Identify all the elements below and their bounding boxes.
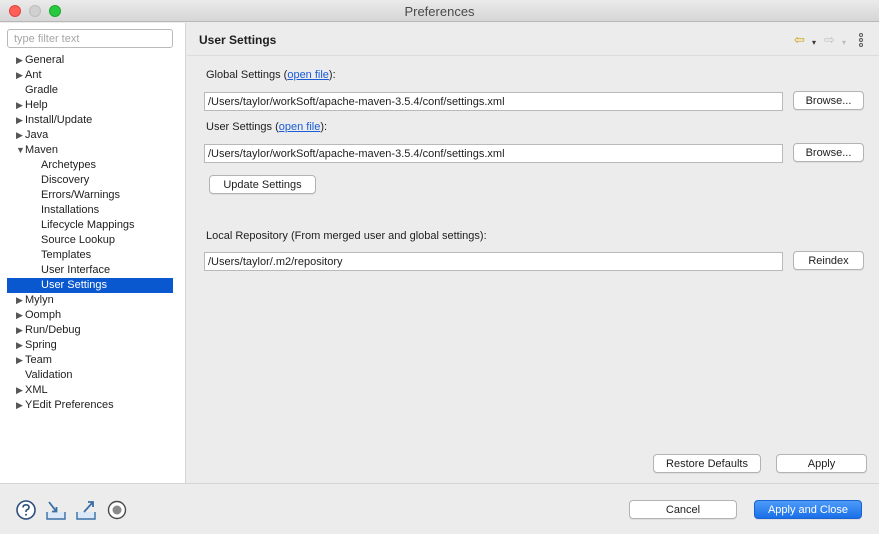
tree-item-label: Ant [25,69,42,81]
tree-item-label: Mylyn [25,294,54,306]
global-browse-button[interactable]: Browse... [793,91,864,110]
reindex-button[interactable]: Reindex [793,251,864,270]
tree-item-java[interactable]: ▶ Java [7,128,173,143]
tree-item-label: Spring [25,339,57,351]
collapsed-twisty-icon[interactable]: ▶ [16,98,23,113]
tree-item-label: Gradle [25,84,59,96]
collapsed-twisty-icon[interactable]: ▶ [16,323,23,338]
tree-item-label: User Interface [41,264,111,276]
collapsed-twisty-icon[interactable]: ▶ [16,338,23,353]
preferences-tree-panel: ▶General▶AntGradle▶Help▶Install/Update▶J… [0,23,186,483]
tree-item-help[interactable]: ▶ Help [7,98,173,113]
collapsed-twisty-icon[interactable]: ▶ [16,353,23,368]
tree-item-team[interactable]: ▶ Team [7,353,173,368]
tree-item-xml[interactable]: ▶ XML [7,383,173,398]
collapsed-twisty-icon[interactable]: ▶ [16,293,23,308]
local-repository-path-input[interactable] [204,252,783,271]
tree-item-label: Oomph [25,309,62,321]
tree-item-validation[interactable]: Validation [7,368,173,383]
global-settings-label-text: Global Settings ( [206,69,288,81]
update-settings-button[interactable]: Update Settings [209,175,316,194]
tree-item-label: Errors/Warnings [41,189,121,201]
tree-item-install-update[interactable]: ▶ Install/Update [7,113,173,128]
tree-item-errors-warnings[interactable]: Errors/Warnings [7,188,173,203]
help-icon[interactable] [15,499,37,521]
collapsed-twisty-icon[interactable]: ▶ [16,383,23,398]
tree-item-label: Java [25,129,49,141]
tree-item-mylyn[interactable]: ▶ Mylyn [7,293,173,308]
tree-item-label: Discovery [41,174,90,186]
tree-item-label: Templates [41,249,92,261]
page-header: User Settings ⇦ ▾ ⇨ ▾ [187,23,879,56]
forward-arrow-icon: ⇨ [824,32,835,47]
tree-item-user-settings[interactable]: User Settings [7,278,173,293]
tree-item-ant[interactable]: ▶ Ant [7,68,173,83]
filter-input[interactable] [7,29,173,48]
collapsed-twisty-icon[interactable]: ▶ [16,398,23,413]
tree-item-label: Run/Debug [25,324,81,336]
preferences-tree: ▶ General ▶ Ant Gradle ▶ Help ▶ Install/Update ▶ J… [7,53,173,413]
dialog-footer: Cancel Apply and Close [0,483,879,534]
more-icon[interactable] [859,33,865,47]
tree-item-source-lookup[interactable]: Source Lookup [7,233,173,248]
global-settings-path-input[interactable] [204,92,783,111]
local-repository-label: Local Repository (From merged user and g… [206,230,487,242]
collapsed-twisty-icon[interactable]: ▶ [16,68,23,83]
record-icon[interactable] [106,499,128,521]
tree-item-installations[interactable]: Installations [7,203,173,218]
user-open-file-link[interactable]: open file [279,121,321,133]
preference-page: User Settings ⇦ ▾ ⇨ ▾ Global Settings (o… [187,23,879,483]
user-settings-label: User Settings (open file): [206,121,327,133]
tree-item-run-debug[interactable]: ▶ Run/Debug [7,323,173,338]
collapsed-twisty-icon[interactable]: ▶ [16,128,23,143]
tree-item-label: Help [25,99,48,111]
user-settings-path-input[interactable] [204,144,783,163]
global-settings-label-suffix: ): [328,69,336,81]
tree-item-maven[interactable]: ▼ Maven [7,143,173,158]
tree-item-oomph[interactable]: ▶ Oomph [7,308,173,323]
tree-item-gradle[interactable]: Gradle [7,83,173,98]
user-settings-label-text: User Settings ( [206,121,279,133]
tree-item-label: Validation [25,369,73,381]
tree-item-label: Installations [41,204,100,216]
tree-item-label: Install/Update [25,114,93,126]
tree-item-general[interactable]: ▶ General [7,53,173,68]
import-icon[interactable] [45,499,67,521]
collapsed-twisty-icon[interactable]: ▶ [16,113,23,128]
user-browse-button[interactable]: Browse... [793,143,864,162]
tree-item-label: Team [25,354,52,366]
collapsed-twisty-icon[interactable]: ▶ [16,308,23,323]
tree-item-spring[interactable]: ▶ Spring [7,338,173,353]
window-title: Preferences [404,4,475,19]
tree-item-label: Archetypes [41,159,97,171]
tree-item-label: Lifecycle Mappings [41,219,135,231]
apply-button[interactable]: Apply [776,454,867,473]
tree-item-archetypes[interactable]: Archetypes [7,158,173,173]
collapsed-twisty-icon[interactable]: ▶ [16,53,23,68]
apply-and-close-button[interactable]: Apply and Close [754,500,862,519]
global-settings-label: Global Settings (open file): [206,69,336,81]
page-title: User Settings [199,33,277,47]
tree-item-label: XML [25,384,48,396]
tree-item-label: Maven [25,144,59,156]
tree-item-label: YEdit Preferences [25,399,114,411]
forward-dropdown-icon: ▾ [842,38,847,47]
tree-item-label: General [25,54,65,66]
title-bar: Preferences [0,0,879,22]
global-open-file-link[interactable]: open file [287,69,329,81]
tree-item-user-interface[interactable]: User Interface [7,263,173,278]
cancel-button[interactable]: Cancel [629,500,737,519]
tree-item-templates[interactable]: Templates [7,248,173,263]
restore-defaults-button[interactable]: Restore Defaults [653,454,761,473]
tree-item-label: User Settings [41,279,108,291]
tree-item-lifecycle-mappings[interactable]: Lifecycle Mappings [7,218,173,233]
tree-item-yedit-preferences[interactable]: ▶ YEdit Preferences [7,398,173,413]
tree-item-label: Source Lookup [41,234,115,246]
back-arrow-icon[interactable]: ⇦ [794,33,805,46]
export-icon[interactable] [75,499,97,521]
tree-item-discovery[interactable]: Discovery [7,173,173,188]
user-settings-label-suffix: ): [320,121,328,133]
expanded-twisty-icon[interactable]: ▼ [16,143,25,158]
back-dropdown-icon[interactable]: ▾ [812,36,816,49]
